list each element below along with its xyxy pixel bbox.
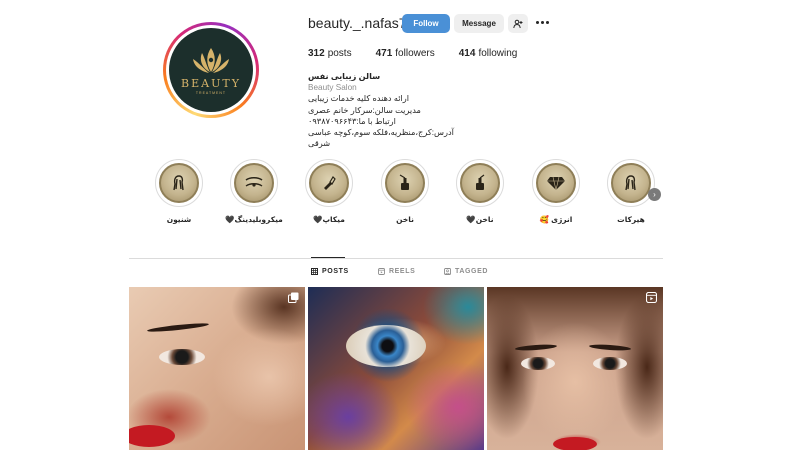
- stat-label: following: [478, 48, 518, 59]
- stat-value: 414: [458, 48, 476, 59]
- avatar-border: BEAUTY TREATMENT: [166, 25, 256, 115]
- eye-icon: [245, 176, 263, 187]
- highlight-label: شنیون: [166, 215, 192, 224]
- profile-bio: سالن زیبایی نفس Beauty Salon ارائه دهنده…: [308, 71, 468, 149]
- more-options-button[interactable]: [533, 13, 551, 32]
- tabs-divider: [129, 258, 663, 259]
- lips: [553, 437, 597, 450]
- highlight-label: انرژی 🥰: [539, 215, 573, 224]
- highlight-label: هیرکات: [617, 215, 645, 224]
- tab-label: TAGGED: [455, 268, 489, 275]
- nail-polish-icon: [476, 174, 485, 190]
- bio-line: آدرس:کرج،منظریه،فلکه سوم،کوچه عباسی شرقی: [308, 128, 454, 149]
- bio-line: مدیریت سالن:سرکار خانم عصری: [308, 105, 421, 115]
- highlight-4[interactable]: ناخن: [375, 159, 435, 224]
- profile-avatar[interactable]: BEAUTY TREATMENT: [163, 22, 259, 118]
- highlight-ring: [305, 159, 353, 207]
- eyebrow: [146, 321, 210, 334]
- post-thumbnail[interactable]: [129, 287, 305, 450]
- diamond-icon: [547, 176, 565, 191]
- eye: [593, 357, 627, 370]
- highlight-6[interactable]: انرژی 🥰: [526, 159, 586, 224]
- reels-icon: [378, 268, 385, 275]
- highlight-5[interactable]: ناخن🖤: [450, 159, 510, 224]
- highlight-label: میکروبلیدینگ🖤: [225, 215, 283, 224]
- highlight-cover: [159, 163, 199, 203]
- more-dot: [540, 21, 544, 24]
- followers-count[interactable]: 471 followers: [376, 48, 435, 59]
- highlight-ring: [155, 159, 203, 207]
- eye: [159, 349, 205, 365]
- more-dot: [545, 21, 549, 24]
- highlight-1[interactable]: شنیون: [149, 159, 209, 224]
- tab-reels[interactable]: REELS: [378, 268, 415, 275]
- following-count[interactable]: 414 following: [459, 48, 518, 59]
- hair-icon: [625, 175, 636, 191]
- highlight-ring: [607, 159, 655, 207]
- follow-button[interactable]: Follow: [402, 14, 450, 33]
- suggest-people-button[interactable]: [508, 14, 528, 33]
- bio-name: سالن زیبایی نفس: [308, 72, 381, 81]
- lips: [129, 425, 175, 447]
- tab-label: POSTS: [322, 268, 349, 275]
- stat-label: followers: [395, 48, 435, 59]
- post-thumbnail[interactable]: [308, 287, 484, 450]
- painted-eye: [346, 325, 426, 367]
- lipstick-icon: [324, 176, 336, 190]
- highlight-cover: [611, 163, 651, 203]
- highlight-2[interactable]: میکروبلیدینگ🖤: [224, 159, 284, 224]
- more-horizontal-icon: [535, 21, 539, 24]
- grid-icon: [311, 268, 318, 275]
- highlight-cover: [234, 163, 274, 203]
- eyebrow: [514, 343, 558, 352]
- profile-username: beauty._.nafas77: [308, 15, 415, 31]
- highlight-cover: [536, 163, 576, 203]
- highlight-cover: [309, 163, 349, 203]
- message-button[interactable]: Message: [454, 14, 504, 33]
- salon-logo: BEAUTY TREATMENT: [169, 28, 253, 112]
- nail-polish-icon: [399, 174, 409, 190]
- tag-icon: [444, 268, 451, 275]
- bio-line: ارتباط با ما:۰۹۳۸۷۰۹۶۶۴۳: [308, 116, 396, 126]
- bio-category: Beauty Salon: [308, 83, 357, 93]
- stat-value: 312: [308, 48, 325, 59]
- highlights-next-button[interactable]: ›: [648, 188, 661, 201]
- chevron-right-icon: ›: [653, 190, 656, 199]
- tab-tagged[interactable]: TAGGED: [444, 268, 488, 275]
- highlight-ring: [532, 159, 580, 207]
- highlight-cover: [385, 163, 425, 203]
- highlight-ring: [456, 159, 504, 207]
- eye: [521, 357, 555, 370]
- highlight-label: ناخن: [396, 215, 414, 224]
- active-tab-indicator: [311, 257, 345, 258]
- stat-label: posts: [327, 48, 352, 59]
- highlight-ring: [230, 159, 278, 207]
- logo-subtext: TREATMENT: [195, 90, 227, 95]
- tab-label: REELS: [389, 268, 416, 275]
- bio-line: ارائه دهنده کلیه خدمات زیبایی: [308, 94, 410, 104]
- person-plus-icon: [513, 19, 523, 28]
- highlight-ring: [381, 159, 429, 207]
- post-thumbnail[interactable]: [487, 287, 663, 450]
- lotus-icon: [193, 47, 229, 73]
- stat-value: 471: [375, 48, 393, 59]
- profile-stats: 312 posts 471 followers 414 following: [308, 48, 541, 59]
- highlight-label: ناخن🖤: [466, 215, 494, 224]
- reel-icon: [646, 292, 657, 303]
- highlight-label: میکاپ🖤: [313, 215, 345, 224]
- posts-count: 312 posts: [308, 48, 352, 59]
- logo-text: BEAUTY: [181, 76, 241, 90]
- tab-posts[interactable]: POSTS: [311, 268, 349, 275]
- highlight-3[interactable]: میکاپ🖤: [299, 159, 359, 224]
- eyebrow: [588, 343, 632, 352]
- highlight-cover: [460, 163, 500, 203]
- hair-icon: [173, 175, 184, 191]
- carousel-icon: [288, 292, 299, 303]
